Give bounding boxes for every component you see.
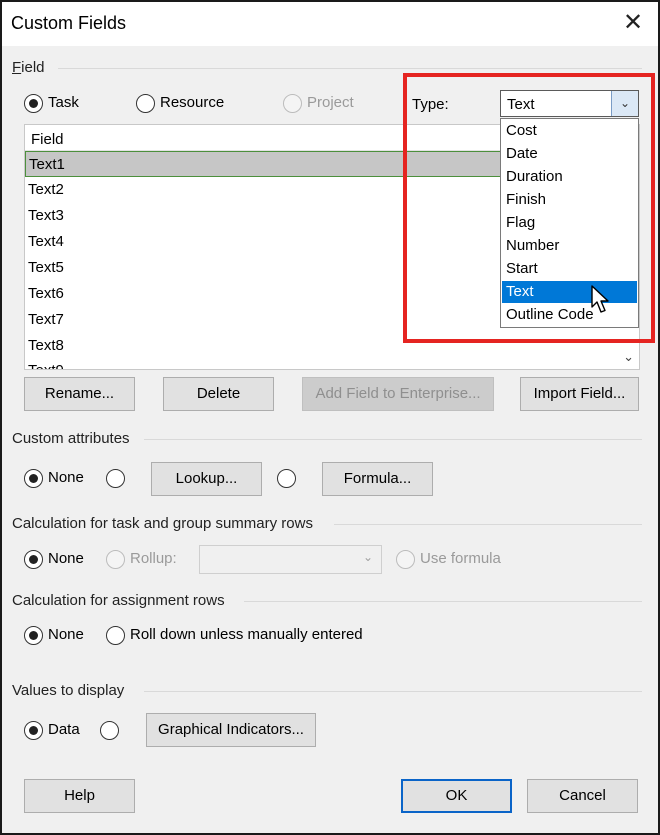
use-formula-label: Use formula (420, 550, 501, 567)
dialog-title: Custom Fields (11, 13, 127, 33)
annotation-highlight-frame (403, 73, 655, 343)
add-field-to-enterprise-button[interactable]: Add Field to Enterprise... (302, 377, 494, 411)
summary-none-label: None (48, 550, 84, 567)
task-summary-divider (334, 524, 642, 525)
values-to-display-divider (144, 691, 642, 692)
resource-radio[interactable] (136, 94, 155, 113)
field-row-label: Text3 (28, 207, 64, 224)
delete-button[interactable]: Delete (163, 377, 274, 411)
custom-fields-dialog: Custom Fields ✕ Field Task Resource Proj… (0, 0, 660, 835)
custom-attributes-none-label: None (48, 469, 84, 486)
assignment-rows-label: Calculation for assignment rows (12, 592, 225, 609)
cancel-button[interactable]: Cancel (527, 779, 638, 813)
title-bar: Custom Fields ✕ (2, 2, 658, 46)
summary-none-radio[interactable] (24, 550, 43, 569)
task-summary-label: Calculation for task and group summary r… (12, 515, 313, 532)
graphical-indicators-button[interactable]: Graphical Indicators... (146, 713, 316, 747)
custom-attributes-divider (144, 439, 642, 440)
rolldown-radio[interactable] (106, 626, 125, 645)
project-radio[interactable] (283, 94, 302, 113)
rolldown-label: Roll down unless manually entered (130, 626, 363, 643)
field-row-label: Text1 (29, 156, 65, 173)
data-radio[interactable] (24, 721, 43, 740)
resource-radio-label: Resource (160, 94, 225, 111)
import-field-button[interactable]: Import Field... (520, 377, 639, 411)
mouse-pointer-icon (591, 285, 609, 313)
assignment-none-label: None (48, 626, 84, 643)
help-button[interactable]: Help (24, 779, 135, 813)
field-section-label: Field (12, 59, 45, 76)
field-row-label: Text4 (28, 233, 64, 250)
scroll-down-icon[interactable]: ⌄ (623, 349, 634, 365)
rollup-radio[interactable] (106, 550, 125, 569)
field-row-label: Text8 (28, 337, 64, 354)
field-column-header: Field (31, 131, 64, 148)
close-icon[interactable]: ✕ (618, 8, 648, 38)
ok-button[interactable]: OK (401, 779, 512, 813)
task-radio-label: Task (48, 94, 79, 111)
formula-radio[interactable] (277, 469, 296, 488)
rollup-label: Rollup: (130, 550, 177, 567)
values-to-display-label: Values to display (12, 682, 125, 699)
rollup-combo[interactable]: ⌄ (199, 545, 382, 574)
custom-attributes-none-radio[interactable] (24, 469, 43, 488)
field-row-label: Text5 (28, 259, 64, 276)
assignment-rows-divider (244, 601, 642, 602)
use-formula-radio[interactable] (396, 550, 415, 569)
lookup-radio[interactable] (106, 469, 125, 488)
formula-button[interactable]: Formula... (322, 462, 433, 496)
project-radio-label: Project (307, 94, 354, 111)
lookup-button[interactable]: Lookup... (151, 462, 262, 496)
chevron-down-icon: ⌄ (362, 550, 373, 564)
field-row-label: Text7 (28, 311, 64, 328)
task-radio[interactable] (24, 94, 43, 113)
field-row-label: Text2 (28, 181, 64, 198)
data-radio-label: Data (48, 721, 80, 738)
rename-button[interactable]: Rename... (24, 377, 135, 411)
field-section-divider (58, 68, 642, 69)
graphical-indicators-radio[interactable] (100, 721, 119, 740)
field-row-partial[interactable]: Text9 (25, 359, 620, 369)
assignment-none-radio[interactable] (24, 626, 43, 645)
custom-attributes-label: Custom attributes (12, 430, 130, 447)
field-row-label: Text6 (28, 285, 64, 302)
